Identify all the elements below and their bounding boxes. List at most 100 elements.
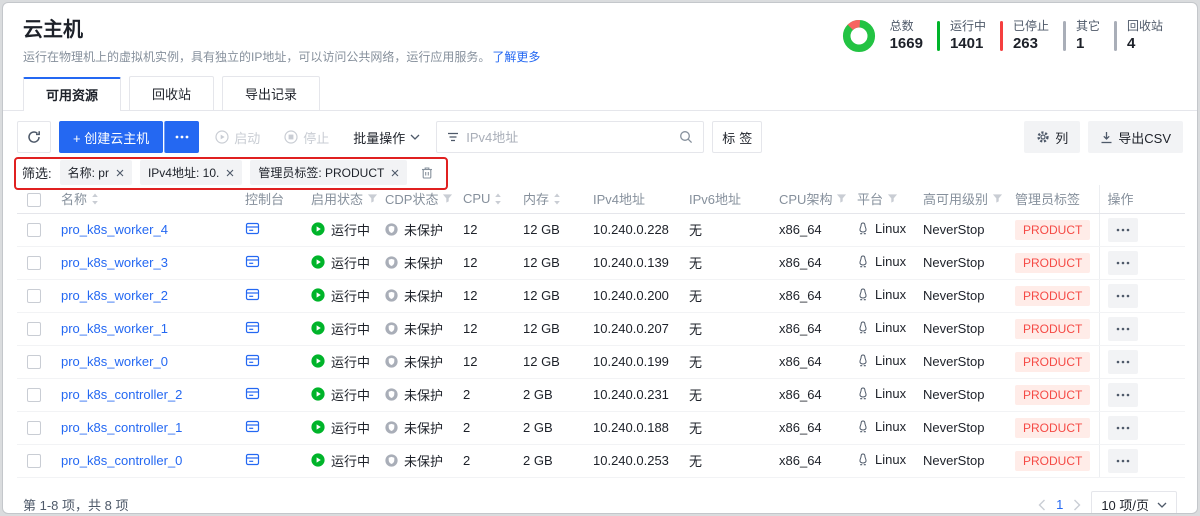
vm-name-link[interactable]: pro_k8s_worker_2 xyxy=(61,288,168,303)
memory-cell: 12 GB xyxy=(515,279,585,312)
page-size-select[interactable]: 10 项/页 xyxy=(1091,491,1177,515)
refresh-button[interactable] xyxy=(17,121,51,153)
ha-cell: NeverStop xyxy=(915,411,1007,444)
sort-icon[interactable] xyxy=(91,193,99,205)
tag-button[interactable]: 标签 xyxy=(712,121,762,153)
select-all-checkbox[interactable] xyxy=(27,193,41,207)
sort-icon[interactable] xyxy=(553,193,561,205)
ellipsis-icon xyxy=(175,135,189,139)
console-button[interactable] xyxy=(245,221,260,236)
col-header-cdp[interactable]: CDP状态 xyxy=(377,185,455,213)
row-actions-button[interactable] xyxy=(1108,350,1138,374)
batch-actions-button[interactable]: 批量操作 xyxy=(345,121,428,153)
col-header-cpu[interactable]: CPU xyxy=(455,185,515,213)
row-checkbox[interactable] xyxy=(27,256,41,270)
row-checkbox[interactable] xyxy=(27,223,41,237)
search-input[interactable] xyxy=(466,130,672,145)
pagination: 1 10 项/页 xyxy=(1038,491,1177,515)
col-header-actions: 操作 xyxy=(1099,185,1185,213)
filter-funnel-icon[interactable] xyxy=(992,193,1003,204)
vm-name-link[interactable]: pro_k8s_worker_0 xyxy=(61,354,168,369)
console-button[interactable] xyxy=(245,452,260,467)
page-number[interactable]: 1 xyxy=(1056,497,1063,512)
export-csv-button[interactable]: 导出CSV xyxy=(1088,121,1183,153)
next-page-button[interactable] xyxy=(1073,499,1081,511)
col-header-select xyxy=(17,185,53,213)
other-bar xyxy=(1063,21,1066,51)
create-vm-button[interactable]: + 创建云主机 xyxy=(59,121,163,153)
close-icon[interactable] xyxy=(116,169,124,177)
cpu-cell: 2 xyxy=(455,444,515,477)
stat-running: 运行中 1401 xyxy=(937,19,1000,53)
row-actions-button[interactable] xyxy=(1108,317,1138,341)
start-button[interactable]: 启动 xyxy=(207,121,268,153)
vm-name-link[interactable]: pro_k8s_worker_1 xyxy=(61,321,168,336)
col-header-ha[interactable]: 高可用级别 xyxy=(915,185,1007,213)
ipv6-cell: 无 xyxy=(681,411,771,444)
tab-recycle-bin[interactable]: 回收站 xyxy=(129,76,214,111)
row-actions-button[interactable] xyxy=(1108,383,1138,407)
admin-tag-badge: PRODUCT xyxy=(1015,352,1090,372)
platform-cell: Linux xyxy=(857,287,906,302)
refresh-icon xyxy=(27,130,41,144)
close-icon[interactable] xyxy=(226,169,234,177)
filter-funnel-icon[interactable] xyxy=(442,193,453,204)
vm-name-link[interactable]: pro_k8s_controller_0 xyxy=(61,453,182,468)
table-row: pro_k8s_worker_4 运行中 未保护 12 12 GB xyxy=(17,213,1185,246)
columns-button[interactable]: 列 xyxy=(1024,121,1080,153)
stat-recycle: 回收站 4 xyxy=(1114,19,1177,53)
row-checkbox[interactable] xyxy=(27,322,41,336)
filter-funnel-icon[interactable] xyxy=(367,193,378,204)
ha-cell: NeverStop xyxy=(915,345,1007,378)
row-checkbox[interactable] xyxy=(27,355,41,369)
clear-filters-button[interactable] xyxy=(415,161,439,185)
tab-available-resources[interactable]: 可用资源 xyxy=(23,77,121,111)
tab-export-records[interactable]: 导出记录 xyxy=(222,76,320,111)
ipv4-cell: 10.240.0.207 xyxy=(585,312,681,345)
col-header-arch[interactable]: CPU架构 xyxy=(771,185,849,213)
row-actions-button[interactable] xyxy=(1108,251,1138,275)
col-header-memory[interactable]: 内存 xyxy=(515,185,585,213)
col-header-platform[interactable]: 平台 xyxy=(849,185,915,213)
stop-button[interactable]: 停止 xyxy=(276,121,337,153)
stat-total: 总数 1669 xyxy=(890,19,937,53)
ha-cell: NeverStop xyxy=(915,213,1007,246)
row-actions-button[interactable] xyxy=(1108,284,1138,308)
vm-name-link[interactable]: pro_k8s_controller_2 xyxy=(61,387,182,402)
running-bar xyxy=(937,21,940,51)
console-button[interactable] xyxy=(245,353,260,368)
row-checkbox[interactable] xyxy=(27,421,41,435)
cdp-status-cell: 未保护 xyxy=(385,319,443,338)
col-header-status[interactable]: 启用状态 xyxy=(303,185,377,213)
filter-funnel-icon[interactable] xyxy=(887,193,898,204)
console-button[interactable] xyxy=(245,419,260,434)
row-checkbox[interactable] xyxy=(27,289,41,303)
subtitle-text: 运行在物理机上的虚拟机实例，具有独立的IP地址，可以访问公共网络，运行应用服务。 xyxy=(23,50,490,64)
console-button[interactable] xyxy=(245,320,260,335)
row-actions-button[interactable] xyxy=(1108,218,1138,242)
close-icon[interactable] xyxy=(391,169,399,177)
status-cell: 运行中 xyxy=(311,418,370,437)
row-checkbox[interactable] xyxy=(27,454,41,468)
console-button[interactable] xyxy=(245,254,260,269)
ipv4-cell: 10.240.0.228 xyxy=(585,213,681,246)
admin-tag-badge: PRODUCT xyxy=(1015,385,1090,405)
vm-name-link[interactable]: pro_k8s_controller_1 xyxy=(61,420,182,435)
sort-icon[interactable] xyxy=(494,193,502,205)
prev-page-button[interactable] xyxy=(1038,499,1046,511)
row-checkbox[interactable] xyxy=(27,388,41,402)
create-more-button[interactable] xyxy=(164,121,199,153)
search-icon[interactable] xyxy=(679,130,693,144)
filter-funnel-icon[interactable] xyxy=(836,193,847,204)
admin-tag-badge: PRODUCT xyxy=(1015,253,1090,273)
vm-name-link[interactable]: pro_k8s_worker_3 xyxy=(61,255,168,270)
col-header-name[interactable]: 名称 xyxy=(53,185,237,213)
row-actions-button[interactable] xyxy=(1108,416,1138,440)
console-button[interactable] xyxy=(245,287,260,302)
row-actions-button[interactable] xyxy=(1108,449,1138,473)
console-button[interactable] xyxy=(245,386,260,401)
vm-name-link[interactable]: pro_k8s_worker_4 xyxy=(61,222,168,237)
vm-table: 名称 控制台 启用状态 CDP状态 CPU 内存 IPv4地址 IPv6地址 C… xyxy=(3,185,1197,478)
filter-list-icon xyxy=(447,132,459,142)
learn-more-link[interactable]: 了解更多 xyxy=(492,50,540,64)
